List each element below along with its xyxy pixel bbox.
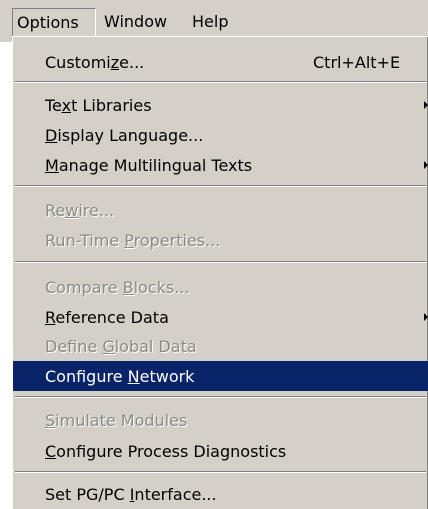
menu-item-display-language[interactable]: Display Language... bbox=[13, 120, 428, 150]
submenu-arrow-icon bbox=[424, 313, 428, 321]
menu-separator bbox=[15, 471, 426, 473]
menu-separator bbox=[15, 185, 426, 187]
menu-item-compare-blocks: Compare Blocks... bbox=[13, 272, 428, 302]
menubar-help[interactable]: Help bbox=[188, 8, 232, 36]
options-menu-dropdown: Customize... Ctrl+Alt+E Text Libraries D… bbox=[12, 36, 428, 509]
menu-item-label: Compare Blocks... bbox=[45, 277, 190, 297]
menu-item-simulate-modules: Simulate Modules bbox=[13, 405, 428, 435]
menu-item-label: Customize... bbox=[45, 52, 145, 72]
menu-separator bbox=[15, 81, 426, 83]
menu-item-configure-process-diagnostics[interactable]: Configure Process Diagnostics bbox=[13, 436, 428, 466]
menu-item-label: Rewire... bbox=[45, 200, 115, 220]
menu-item-label: Simulate Modules bbox=[45, 410, 188, 430]
menu-item-customize[interactable]: Customize... Ctrl+Alt+E bbox=[13, 47, 428, 77]
menu-item-configure-network[interactable]: Configure Network bbox=[13, 361, 428, 391]
menu-item-text-libraries[interactable]: Text Libraries bbox=[13, 90, 428, 120]
menu-item-run-time-properties: Run-Time Properties... bbox=[13, 225, 428, 255]
submenu-arrow-icon bbox=[424, 101, 428, 109]
menu-item-label: Display Language... bbox=[45, 125, 204, 145]
menu-item-manage-multilingual-texts[interactable]: Manage Multilingual Texts bbox=[13, 150, 428, 180]
menu-separator bbox=[15, 396, 426, 398]
menu-item-label: Text Libraries bbox=[45, 95, 152, 115]
menubar-options[interactable]: Options bbox=[12, 8, 96, 36]
menu-item-label: Run-Time Properties... bbox=[45, 230, 221, 250]
menu-item-label: Manage Multilingual Texts bbox=[45, 155, 253, 175]
submenu-arrow-icon bbox=[424, 161, 428, 169]
menu-item-set-pg-pc-interface[interactable]: Set PG/PC Interface... bbox=[13, 479, 428, 509]
menu-item-define-global-data: Define Global Data bbox=[13, 331, 428, 361]
menu-item-rewire: Rewire... bbox=[13, 195, 428, 225]
menu-item-label: Configure Process Diagnostics bbox=[45, 441, 287, 461]
menu-separator bbox=[15, 261, 426, 263]
menu-item-label: Define Global Data bbox=[45, 336, 197, 356]
menu-item-label: Reference Data bbox=[45, 307, 169, 327]
shortcut-label: Ctrl+Alt+E bbox=[313, 52, 401, 72]
menubar-window[interactable]: Window bbox=[100, 8, 171, 36]
menu-item-label: Configure Network bbox=[45, 366, 195, 386]
menu-item-label: Set PG/PC Interface... bbox=[45, 484, 217, 504]
menu-item-reference-data[interactable]: Reference Data bbox=[13, 302, 428, 332]
